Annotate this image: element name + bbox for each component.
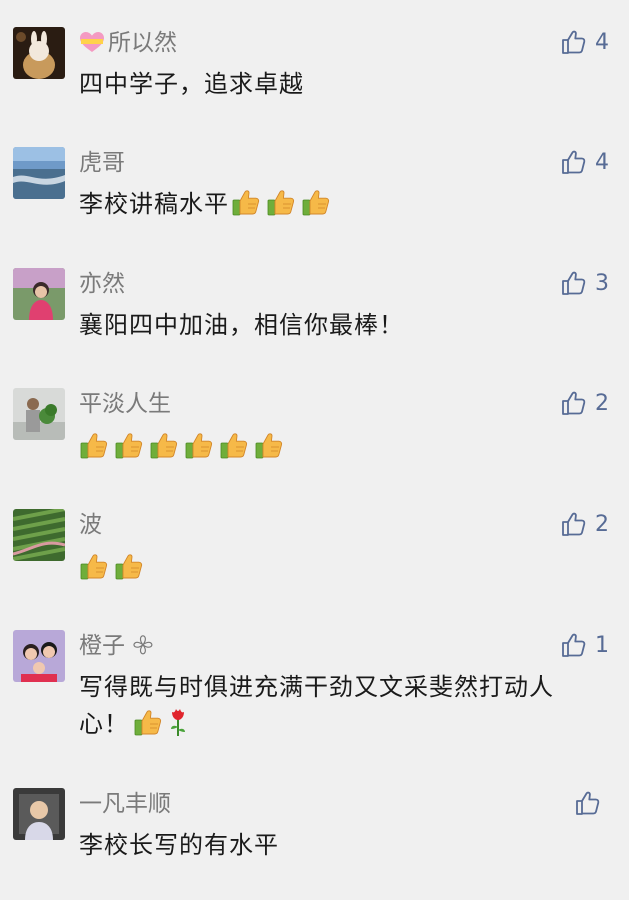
like-button[interactable]: 2 — [561, 509, 609, 539]
thumbs-up-emoji-icon — [79, 430, 109, 460]
comment-author[interactable]: 平淡人生 — [79, 390, 171, 418]
comment-text: 李校讲稿水平 — [79, 186, 336, 223]
avatar[interactable] — [13, 788, 65, 840]
thumbs-up-icon — [561, 270, 587, 296]
comment-author[interactable]: 橙子 𖧷 — [79, 632, 154, 660]
thumbs-up-emoji-icon — [219, 430, 249, 460]
thumbs-up-emoji-icon — [254, 430, 284, 460]
like-count: 2 — [595, 390, 609, 416]
like-count: 4 — [595, 149, 609, 175]
avatar[interactable] — [13, 630, 65, 682]
thumbs-up-icon — [561, 29, 587, 55]
thumbs-up-emoji-icon — [133, 707, 163, 737]
like-button[interactable]: 3 — [561, 268, 609, 298]
thumbs-up-emoji-icon — [184, 430, 214, 460]
thumbs-up-emoji-icon — [301, 187, 331, 217]
thumbs-up-emoji-icon — [114, 430, 144, 460]
avatar[interactable] — [13, 268, 65, 320]
comment-author[interactable]: 虎哥 — [79, 149, 125, 177]
comment-text: 四中学子，追求卓越 — [79, 70, 304, 98]
heart-ribbon-icon — [80, 32, 104, 52]
thumbs-up-icon — [561, 632, 587, 658]
comment-author[interactable]: 所以然 — [79, 29, 177, 57]
like-button[interactable]: 4 — [561, 147, 609, 177]
comment-author[interactable]: 亦然 — [79, 270, 125, 298]
comment-emoji-row — [79, 551, 149, 581]
thumbs-up-emoji-icon — [79, 551, 109, 581]
thumbs-up-icon — [561, 149, 587, 175]
like-count: 1 — [595, 632, 609, 658]
avatar[interactable] — [13, 509, 65, 561]
like-count: 3 — [595, 270, 609, 296]
comment-text: 写得既与时俱进充满干劲又文采斐然打动人心！ — [79, 669, 594, 743]
thumbs-up-emoji-icon — [231, 187, 261, 217]
like-count: 2 — [595, 511, 609, 537]
comment-text-content: 李校讲稿水平 — [79, 190, 229, 218]
thumbs-up-icon — [575, 790, 601, 816]
avatar[interactable] — [13, 388, 65, 440]
like-button[interactable]: 1 — [561, 630, 609, 660]
like-button[interactable]: 4 — [561, 27, 609, 57]
thumbs-up-emoji-icon — [149, 430, 179, 460]
thumbs-up-emoji-icon — [266, 187, 296, 217]
thumbs-up-emoji-icon — [114, 551, 144, 581]
like-button[interactable]: 2 — [561, 388, 609, 418]
comment-emoji-row — [79, 430, 289, 460]
comment-text: 李校长写的有水平 — [79, 831, 279, 859]
comment-text: 襄阳四中加油，相信你最棒！ — [79, 311, 404, 339]
comment-author[interactable]: 一凡丰顺 — [79, 790, 171, 818]
avatar[interactable] — [13, 147, 65, 199]
rose-icon — [168, 707, 188, 737]
like-button[interactable] — [575, 788, 609, 818]
thumbs-up-icon — [561, 511, 587, 537]
comment-author[interactable]: 波 — [79, 511, 102, 539]
thumbs-up-icon — [561, 390, 587, 416]
comment-author-name: 所以然 — [108, 30, 177, 56]
like-count: 4 — [595, 29, 609, 55]
avatar[interactable] — [13, 27, 65, 79]
